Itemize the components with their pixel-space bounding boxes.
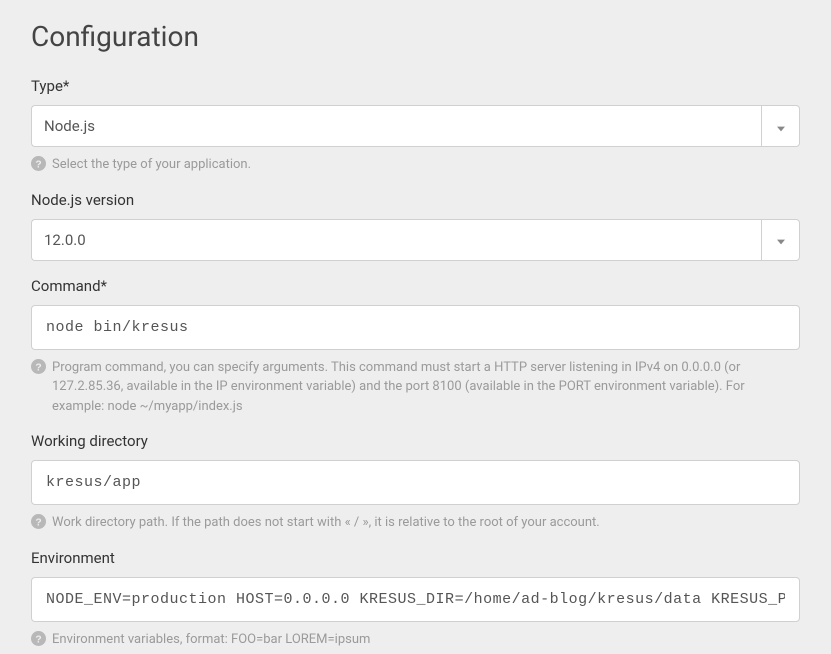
type-select-caret[interactable] xyxy=(761,105,800,147)
field-type: Type* Node.js ? Select the type of your … xyxy=(31,77,800,175)
help-icon: ? xyxy=(31,359,46,374)
svg-text:?: ? xyxy=(35,517,41,528)
help-icon: ? xyxy=(31,156,46,171)
svg-text:?: ? xyxy=(35,634,41,645)
node-version-select[interactable]: 12.0.0 xyxy=(31,219,800,261)
help-icon: ? xyxy=(31,631,46,646)
command-help: ? Program command, you can specify argum… xyxy=(31,358,800,417)
command-input[interactable] xyxy=(31,305,800,350)
chevron-down-icon xyxy=(777,117,785,136)
command-label: Command* xyxy=(31,277,800,295)
command-help-text: Program command, you can specify argumen… xyxy=(52,358,800,417)
svg-text:?: ? xyxy=(35,159,41,170)
page-title: Configuration xyxy=(31,20,800,53)
type-select[interactable]: Node.js xyxy=(31,105,800,147)
field-command: Command* ? Program command, you can spec… xyxy=(31,277,800,417)
node-version-select-value: 12.0.0 xyxy=(31,219,761,261)
type-label: Type* xyxy=(31,77,800,95)
chevron-down-icon xyxy=(777,230,785,249)
environment-help: ? Environment variables, format: FOO=bar… xyxy=(31,630,800,650)
working-dir-help: ? Work directory path. If the path does … xyxy=(31,513,800,533)
type-help: ? Select the type of your application. xyxy=(31,155,800,175)
working-dir-input[interactable] xyxy=(31,460,800,505)
field-environment: Environment ? Environment variables, for… xyxy=(31,549,800,650)
type-help-text: Select the type of your application. xyxy=(52,155,251,175)
environment-label: Environment xyxy=(31,549,800,567)
type-select-value: Node.js xyxy=(31,105,761,147)
environment-input[interactable] xyxy=(31,577,800,622)
working-dir-help-text: Work directory path. If the path does no… xyxy=(52,513,600,533)
field-working-dir: Working directory ? Work directory path.… xyxy=(31,432,800,533)
node-version-label: Node.js version xyxy=(31,191,800,209)
help-icon: ? xyxy=(31,514,46,529)
svg-text:?: ? xyxy=(35,362,41,373)
node-version-select-caret[interactable] xyxy=(761,219,800,261)
working-dir-label: Working directory xyxy=(31,432,800,450)
field-node-version: Node.js version 12.0.0 xyxy=(31,191,800,261)
environment-help-text: Environment variables, format: FOO=bar L… xyxy=(52,630,370,650)
